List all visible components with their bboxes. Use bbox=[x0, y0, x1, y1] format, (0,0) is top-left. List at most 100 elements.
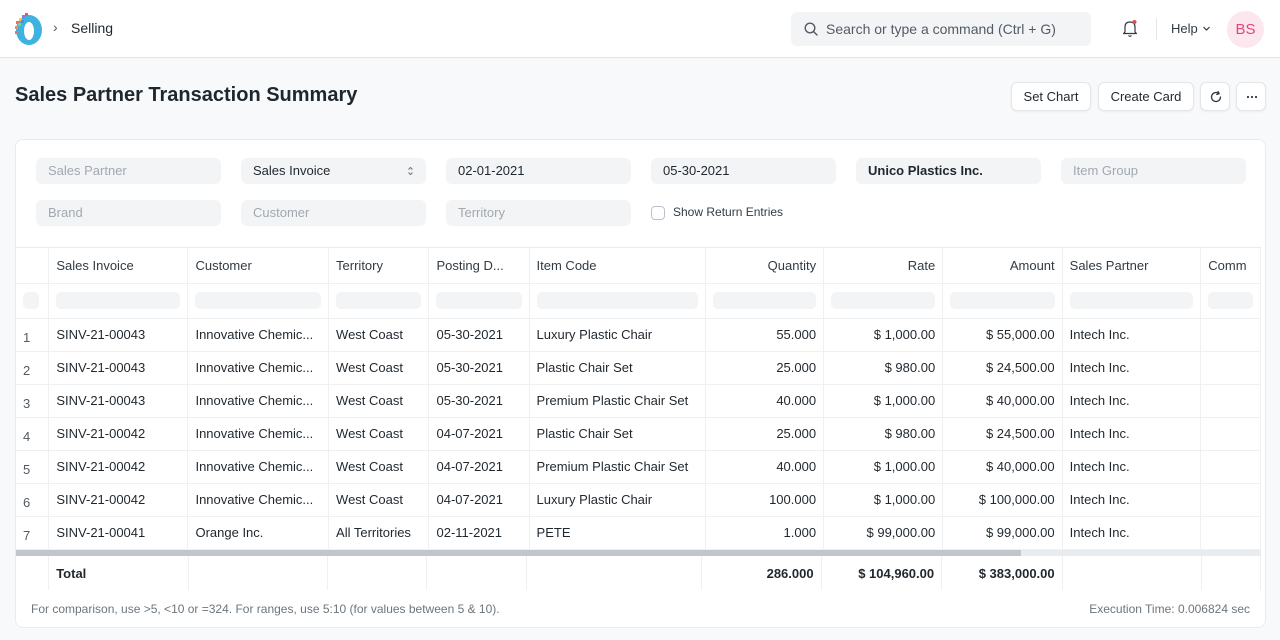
territory-cell[interactable]: All Territories bbox=[328, 516, 430, 550]
company-field[interactable]: Unico Plastics Inc. bbox=[856, 158, 1041, 184]
from-date-field[interactable]: 02-01-2021 bbox=[446, 158, 631, 184]
sales-partner-column-filter[interactable] bbox=[1062, 283, 1202, 319]
rate-cell[interactable]: $ 980.00 bbox=[823, 351, 944, 385]
rate-cell[interactable]: $ 980.00 bbox=[823, 417, 944, 451]
item-code-cell[interactable]: Plastic Chair Set bbox=[529, 417, 707, 451]
to-date-field[interactable]: 05-30-2021 bbox=[651, 158, 836, 184]
sales-invoice-cell[interactable]: SINV-21-00043 bbox=[48, 351, 189, 385]
item-code-column-filter[interactable] bbox=[529, 283, 707, 319]
table-row[interactable]: 4 SINV-21-00042 Innovative Chemic... West C… bbox=[16, 417, 1261, 451]
item-code-cell[interactable]: Plastic Chair Set bbox=[529, 351, 707, 385]
table-row[interactable]: 2 SINV-21-00043 Innovative Chemic... West C… bbox=[16, 351, 1261, 385]
show-return-entries-checkbox[interactable] bbox=[651, 206, 665, 220]
customer-cell[interactable]: Innovative Chemic... bbox=[187, 417, 330, 451]
column-header-territory[interactable]: Territory bbox=[328, 248, 430, 284]
rate-cell[interactable]: $ 1,000.00 bbox=[823, 318, 944, 352]
quantity-cell[interactable]: 55.000 bbox=[705, 318, 825, 352]
column-header-posting-date[interactable]: Posting D... bbox=[428, 248, 530, 284]
quantity-cell[interactable]: 25.000 bbox=[705, 351, 825, 385]
item-code-cell[interactable]: Luxury Plastic Chair bbox=[529, 318, 707, 352]
sales-invoice-cell[interactable]: SINV-21-00042 bbox=[48, 483, 189, 517]
column-header-amount[interactable]: Amount bbox=[942, 248, 1063, 284]
customer-filter[interactable]: Customer bbox=[241, 200, 426, 226]
amount-cell[interactable]: $ 55,000.00 bbox=[942, 318, 1063, 352]
rate-cell[interactable]: $ 1,000.00 bbox=[823, 384, 944, 418]
column-header-customer[interactable]: Customer bbox=[187, 248, 330, 284]
rate-cell[interactable]: $ 1,000.00 bbox=[823, 483, 944, 517]
amount-cell[interactable]: $ 99,000.00 bbox=[942, 516, 1063, 550]
set-chart-button[interactable]: Set Chart bbox=[1011, 82, 1091, 111]
posting-date-cell[interactable]: 05-30-2021 bbox=[428, 318, 530, 352]
table-row[interactable]: 5 SINV-21-00042 Innovative Chemic... West C… bbox=[16, 450, 1261, 484]
column-header-item-code[interactable]: Item Code bbox=[529, 248, 707, 284]
item-code-cell[interactable]: Premium Plastic Chair Set bbox=[529, 384, 707, 418]
posting-date-cell[interactable]: 04-07-2021 bbox=[428, 450, 530, 484]
amount-cell[interactable]: $ 100,000.00 bbox=[942, 483, 1063, 517]
quantity-column-filter[interactable] bbox=[705, 283, 825, 319]
sales-invoice-column-filter[interactable] bbox=[48, 283, 189, 319]
commission-cell[interactable] bbox=[1200, 516, 1261, 550]
commission-cell[interactable] bbox=[1200, 483, 1261, 517]
commission-cell[interactable] bbox=[1200, 384, 1261, 418]
search-bar[interactable]: Search or type a command (Ctrl + G) bbox=[791, 12, 1091, 46]
commission-column-filter[interactable] bbox=[1200, 283, 1261, 319]
filter-cell[interactable] bbox=[16, 283, 50, 319]
amount-cell[interactable]: $ 24,500.00 bbox=[942, 351, 1063, 385]
amount-cell[interactable]: $ 24,500.00 bbox=[942, 417, 1063, 451]
brand-filter[interactable]: Brand bbox=[36, 200, 221, 226]
customer-cell[interactable]: Innovative Chemic... bbox=[187, 384, 330, 418]
item-group-filter[interactable]: Item Group bbox=[1061, 158, 1246, 184]
table-row[interactable]: 7 SINV-21-00041 Orange Inc. All Territories… bbox=[16, 516, 1261, 550]
sales-partner-cell[interactable]: Intech Inc. bbox=[1062, 417, 1202, 451]
rate-cell[interactable]: $ 99,000.00 bbox=[823, 516, 944, 550]
item-code-cell[interactable]: Premium Plastic Chair Set bbox=[529, 450, 707, 484]
sales-invoice-cell[interactable]: SINV-21-00043 bbox=[48, 384, 189, 418]
item-code-cell[interactable]: Luxury Plastic Chair bbox=[529, 483, 707, 517]
sales-invoice-cell[interactable]: SINV-21-00042 bbox=[48, 450, 189, 484]
column-header-sales-invoice[interactable]: Sales Invoice bbox=[48, 248, 189, 284]
commission-cell[interactable] bbox=[1200, 417, 1261, 451]
sales-invoice-cell[interactable]: SINV-21-00041 bbox=[48, 516, 189, 550]
posting-date-cell[interactable]: 02-11-2021 bbox=[428, 516, 530, 550]
customer-cell[interactable]: Innovative Chemic... bbox=[187, 351, 330, 385]
territory-column-filter[interactable] bbox=[328, 283, 430, 319]
posting-date-column-filter[interactable] bbox=[428, 283, 530, 319]
posting-date-cell[interactable]: 04-07-2021 bbox=[428, 483, 530, 517]
customer-cell[interactable]: Innovative Chemic... bbox=[187, 318, 330, 352]
rate-column-filter[interactable] bbox=[823, 283, 944, 319]
quantity-cell[interactable]: 25.000 bbox=[705, 417, 825, 451]
quantity-cell[interactable]: 100.000 bbox=[705, 483, 825, 517]
create-card-button[interactable]: Create Card bbox=[1098, 82, 1194, 111]
sales-partner-cell[interactable]: Intech Inc. bbox=[1062, 483, 1202, 517]
breadcrumb-selling[interactable]: Selling bbox=[71, 20, 113, 36]
column-header-quantity[interactable]: Quantity bbox=[705, 248, 825, 284]
territory-cell[interactable]: West Coast bbox=[328, 450, 430, 484]
column-header-sales-partner[interactable]: Sales Partner bbox=[1062, 248, 1202, 284]
table-row[interactable]: 3 SINV-21-00043 Innovative Chemic... West C… bbox=[16, 384, 1261, 418]
sales-partner-cell[interactable]: Intech Inc. bbox=[1062, 516, 1202, 550]
rate-cell[interactable]: $ 1,000.00 bbox=[823, 450, 944, 484]
customer-cell[interactable]: Innovative Chemic... bbox=[187, 483, 330, 517]
doctype-select[interactable]: Sales Invoice bbox=[241, 158, 426, 184]
posting-date-cell[interactable]: 05-30-2021 bbox=[428, 351, 530, 385]
table-row[interactable]: 6 SINV-21-00042 Innovative Chemic... West C… bbox=[16, 483, 1261, 517]
territory-cell[interactable]: West Coast bbox=[328, 417, 430, 451]
amount-cell[interactable]: $ 40,000.00 bbox=[942, 450, 1063, 484]
item-code-cell[interactable]: PETE bbox=[529, 516, 707, 550]
sales-partner-cell[interactable]: Intech Inc. bbox=[1062, 450, 1202, 484]
territory-filter[interactable]: Territory bbox=[446, 200, 631, 226]
territory-cell[interactable]: West Coast bbox=[328, 318, 430, 352]
territory-cell[interactable]: West Coast bbox=[328, 483, 430, 517]
table-row[interactable]: 1 SINV-21-00043 Innovative Chemic... West C… bbox=[16, 318, 1261, 352]
amount-cell[interactable]: $ 40,000.00 bbox=[942, 384, 1063, 418]
posting-date-cell[interactable]: 04-07-2021 bbox=[428, 417, 530, 451]
user-avatar[interactable]: BS bbox=[1227, 11, 1264, 48]
column-header-rate[interactable]: Rate bbox=[823, 248, 944, 284]
territory-cell[interactable]: West Coast bbox=[328, 351, 430, 385]
customer-cell[interactable]: Orange Inc. bbox=[187, 516, 330, 550]
notification-bell-icon[interactable] bbox=[1121, 19, 1139, 38]
customer-column-filter[interactable] bbox=[187, 283, 330, 319]
sales-invoice-cell[interactable]: SINV-21-00043 bbox=[48, 318, 189, 352]
sales-partner-cell[interactable]: Intech Inc. bbox=[1062, 351, 1202, 385]
column-header-commission[interactable]: Comm bbox=[1200, 248, 1261, 284]
